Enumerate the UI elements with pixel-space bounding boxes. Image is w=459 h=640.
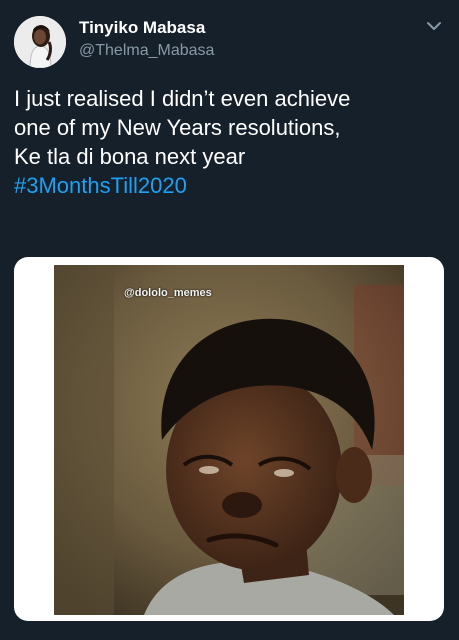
author-handle[interactable]: @Thelma_Mabasa <box>79 42 214 60</box>
avatar-image <box>14 16 66 68</box>
tweet-text: I just realised I didn’t even achieve on… <box>14 84 454 200</box>
avatar[interactable] <box>14 16 66 68</box>
watermark: @dololo_memes <box>124 287 212 299</box>
chevron-down-icon[interactable] <box>424 18 444 34</box>
tweet-text-line: I just realised I didn’t even achieve <box>14 86 351 111</box>
tweet: Tinyiko Mabasa @Thelma_Mabasa I just rea… <box>0 0 459 640</box>
tweet-media[interactable]: @dololo_memes <box>14 257 444 621</box>
author-name[interactable]: Tinyiko Mabasa <box>79 18 205 38</box>
tweet-text-line: one of my New Years resolutions, <box>14 115 341 140</box>
meme-photo: @dololo_memes <box>54 265 404 615</box>
tweet-text-line: Ke tla di bona next year <box>14 144 246 169</box>
hashtag-link[interactable]: #3MonthsTill2020 <box>14 171 454 200</box>
